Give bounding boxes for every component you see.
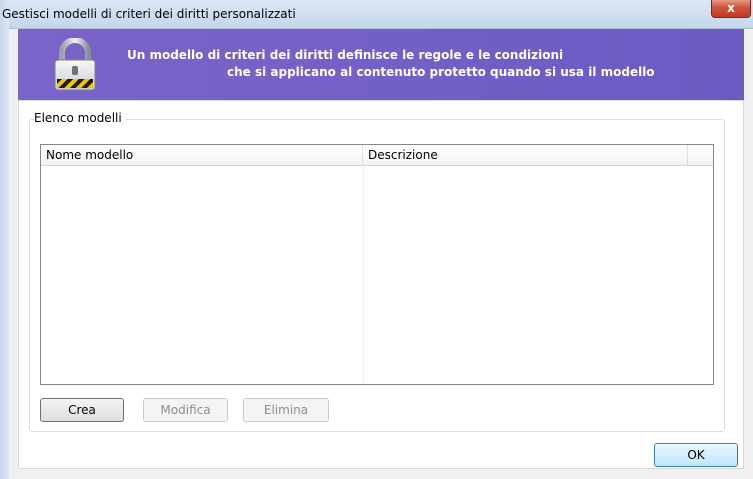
banner-text-line-1: Un modello di criteri dei diritti defini… (127, 48, 564, 62)
column-divider (363, 165, 364, 384)
column-header-name[interactable]: Nome modello (41, 145, 363, 165)
edit-button[interactable]: Modifica (143, 398, 228, 422)
info-banner: Un modello di criteri dei diritti defini… (18, 29, 744, 100)
column-header-filler (688, 145, 713, 165)
title-bar[interactable]: Gestisci modelli di criteri dei diritti … (2, 0, 753, 29)
padlock-icon (54, 38, 96, 91)
window-title: Gestisci modelli di criteri dei diritti … (2, 7, 296, 21)
groupbox-label: Elenco modelli (34, 111, 126, 125)
banner-text-line-2: che si applicano al contenuto protetto q… (227, 65, 655, 79)
close-button[interactable]: x (711, 0, 751, 18)
dialog-window: Gestisci modelli di criteri dei diritti … (2, 0, 753, 479)
background-window-edge (0, 0, 9, 479)
close-icon: x (727, 1, 735, 15)
content-panel: Elenco modelli Nome modello Descrizione … (18, 100, 744, 469)
column-header-description[interactable]: Descrizione (363, 145, 688, 165)
ok-button[interactable]: OK (654, 443, 738, 467)
templates-groupbox: Elenco modelli Nome modello Descrizione … (29, 111, 725, 432)
list-header: Nome modello Descrizione (41, 145, 713, 166)
delete-button[interactable]: Elimina (243, 398, 329, 422)
create-button[interactable]: Crea (40, 398, 124, 422)
templates-list[interactable]: Nome modello Descrizione (40, 144, 714, 385)
